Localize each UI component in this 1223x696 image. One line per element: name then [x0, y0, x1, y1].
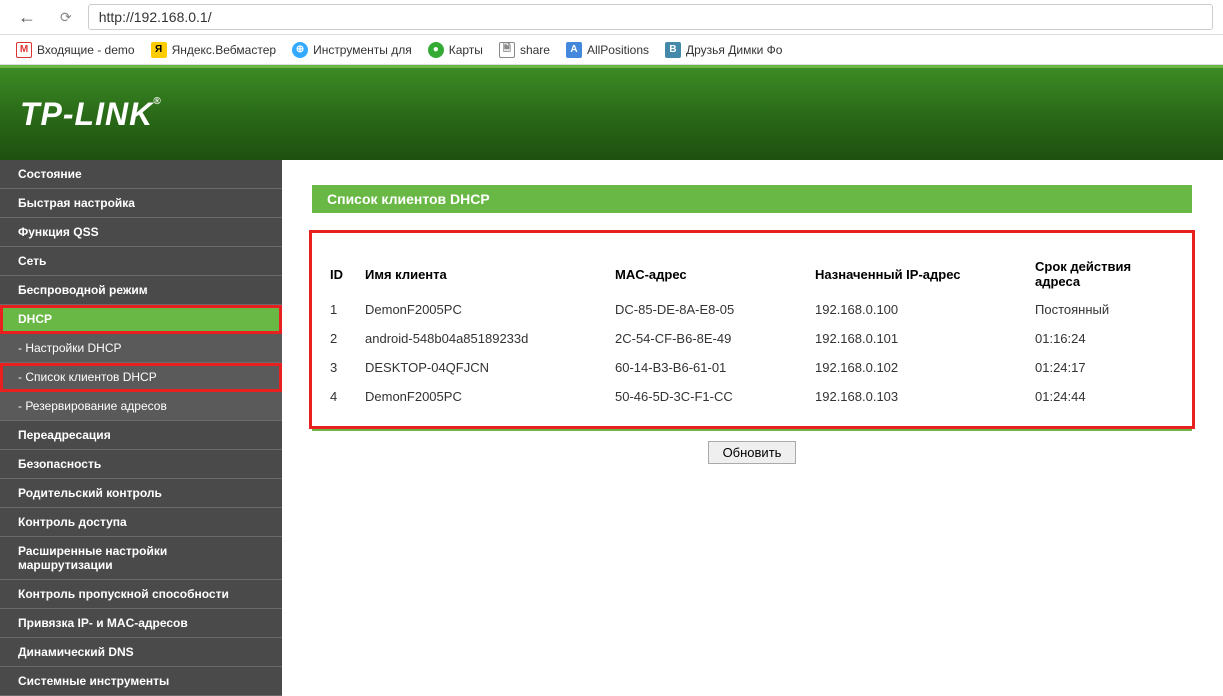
refresh-button[interactable]: Обновить	[708, 441, 797, 464]
sidebar: СостояниеБыстрая настройкаФункция QSSСет…	[0, 160, 282, 696]
bookmark-icon: Я	[151, 42, 167, 58]
header-id: ID	[322, 253, 357, 295]
cell-id: 4	[322, 382, 357, 411]
sidebar-item[interactable]: Переадресация	[0, 421, 282, 450]
sidebar-item[interactable]: Динамический DNS	[0, 638, 282, 667]
bookmark-icon: B	[665, 42, 681, 58]
bookmark-label: AllPositions	[587, 43, 649, 57]
cell-lease: 01:24:17	[1027, 353, 1182, 382]
table-row: 1DemonF2005PCDC-85-DE-8A-E8-05192.168.0.…	[322, 295, 1182, 324]
header-ip: Назначенный IP-адрес	[807, 253, 1027, 295]
header-lease: Срок действия адреса	[1027, 253, 1182, 295]
sidebar-item[interactable]: Расширенные настройки маршрутизации	[0, 537, 282, 580]
cell-name: DESKTOP-04QFJCN	[357, 353, 607, 382]
cell-mac: 50-46-5D-3C-F1-CC	[607, 382, 807, 411]
header-banner: TP-LINK®	[0, 65, 1223, 160]
cell-mac: DC-85-DE-8A-E8-05	[607, 295, 807, 324]
logo: TP-LINK®	[20, 96, 162, 133]
sidebar-item[interactable]: Контроль доступа	[0, 508, 282, 537]
cell-mac: 60-14-B3-B6-61-01	[607, 353, 807, 382]
cell-id: 1	[322, 295, 357, 324]
sidebar-item[interactable]: Быстрая настройка	[0, 189, 282, 218]
cell-lease: 01:16:24	[1027, 324, 1182, 353]
cell-id: 2	[322, 324, 357, 353]
cell-lease: 01:24:44	[1027, 382, 1182, 411]
sidebar-subitem[interactable]: - Список клиентов DHCP	[0, 363, 282, 392]
bookmark-item[interactable]: ● Карты	[422, 40, 489, 60]
bookmark-item[interactable]: M Входящие - demo	[10, 40, 141, 60]
reload-button[interactable]: ⟳	[54, 7, 78, 28]
bookmark-label: Входящие - demo	[37, 43, 135, 57]
cell-id: 3	[322, 353, 357, 382]
bookmark-item[interactable]: ⊕ Инструменты для	[286, 40, 418, 60]
sidebar-item[interactable]: Безопасность	[0, 450, 282, 479]
cell-ip: 192.168.0.101	[807, 324, 1027, 353]
bookmark-icon: M	[16, 42, 32, 58]
bookmark-item[interactable]: 🗎 share	[493, 40, 556, 60]
sidebar-item[interactable]: Системные инструменты	[0, 667, 282, 696]
bookmark-label: Друзья Димки Фо	[686, 43, 782, 57]
cell-ip: 192.168.0.103	[807, 382, 1027, 411]
bookmark-icon: ⊕	[292, 42, 308, 58]
bookmark-label: share	[520, 43, 550, 57]
bookmark-icon: A	[566, 42, 582, 58]
sidebar-item[interactable]: Привязка IP- и MAC-адресов	[0, 609, 282, 638]
bookmark-label: Яндекс.Вебмастер	[172, 43, 276, 57]
sidebar-item[interactable]: Сеть	[0, 247, 282, 276]
cell-ip: 192.168.0.100	[807, 295, 1027, 324]
cell-lease: Постоянный	[1027, 295, 1182, 324]
table-row: 4DemonF2005PC50-46-5D-3C-F1-CC192.168.0.…	[322, 382, 1182, 411]
sidebar-subitem[interactable]: - Резервирование адресов	[0, 392, 282, 421]
bookmark-icon: 🗎	[499, 42, 515, 58]
sidebar-item[interactable]: Состояние	[0, 160, 282, 189]
cell-mac: 2C-54-CF-B6-8E-49	[607, 324, 807, 353]
table-row: 3DESKTOP-04QFJCN60-14-B3-B6-61-01192.168…	[322, 353, 1182, 382]
header-mac: MAC-адрес	[607, 253, 807, 295]
sidebar-item[interactable]: DHCP	[0, 305, 282, 334]
divider	[312, 429, 1192, 431]
dhcp-client-table: ID Имя клиента MAC-адрес Назначенный IP-…	[322, 253, 1182, 411]
cell-ip: 192.168.0.102	[807, 353, 1027, 382]
bookmark-item[interactable]: Я Яндекс.Вебмастер	[145, 40, 282, 60]
bookmark-item[interactable]: B Друзья Димки Фо	[659, 40, 788, 60]
sidebar-item[interactable]: Контроль пропускной способности	[0, 580, 282, 609]
table-row: 2android-548b04a85189233d2C-54-CF-B6-8E-…	[322, 324, 1182, 353]
dhcp-client-table-container: ID Имя клиента MAC-адрес Назначенный IP-…	[312, 233, 1192, 426]
bookmarks-bar: M Входящие - demo Я Яндекс.Вебмастер ⊕ Инстру…	[0, 35, 1223, 65]
cell-name: DemonF2005PC	[357, 382, 607, 411]
panel-title: Список клиентов DHCP	[312, 185, 1192, 213]
sidebar-item[interactable]: Беспроводной режим	[0, 276, 282, 305]
header-name: Имя клиента	[357, 253, 607, 295]
browser-toolbar: ← ⟳ http://192.168.0.1/	[0, 0, 1223, 35]
url-input[interactable]: http://192.168.0.1/	[88, 4, 1213, 30]
bookmark-label: Инструменты для	[313, 43, 412, 57]
cell-name: android-548b04a85189233d	[357, 324, 607, 353]
table-header-row: ID Имя клиента MAC-адрес Назначенный IP-…	[322, 253, 1182, 295]
bookmark-label: Карты	[449, 43, 483, 57]
sidebar-subitem[interactable]: - Настройки DHCP	[0, 334, 282, 363]
cell-name: DemonF2005PC	[357, 295, 607, 324]
content-area: Список клиентов DHCP ID Имя клиента MAC-…	[282, 160, 1223, 696]
back-button[interactable]: ←	[10, 5, 44, 30]
bookmark-item[interactable]: A AllPositions	[560, 40, 655, 60]
bookmark-icon: ●	[428, 42, 444, 58]
sidebar-item[interactable]: Родительский контроль	[0, 479, 282, 508]
sidebar-item[interactable]: Функция QSS	[0, 218, 282, 247]
